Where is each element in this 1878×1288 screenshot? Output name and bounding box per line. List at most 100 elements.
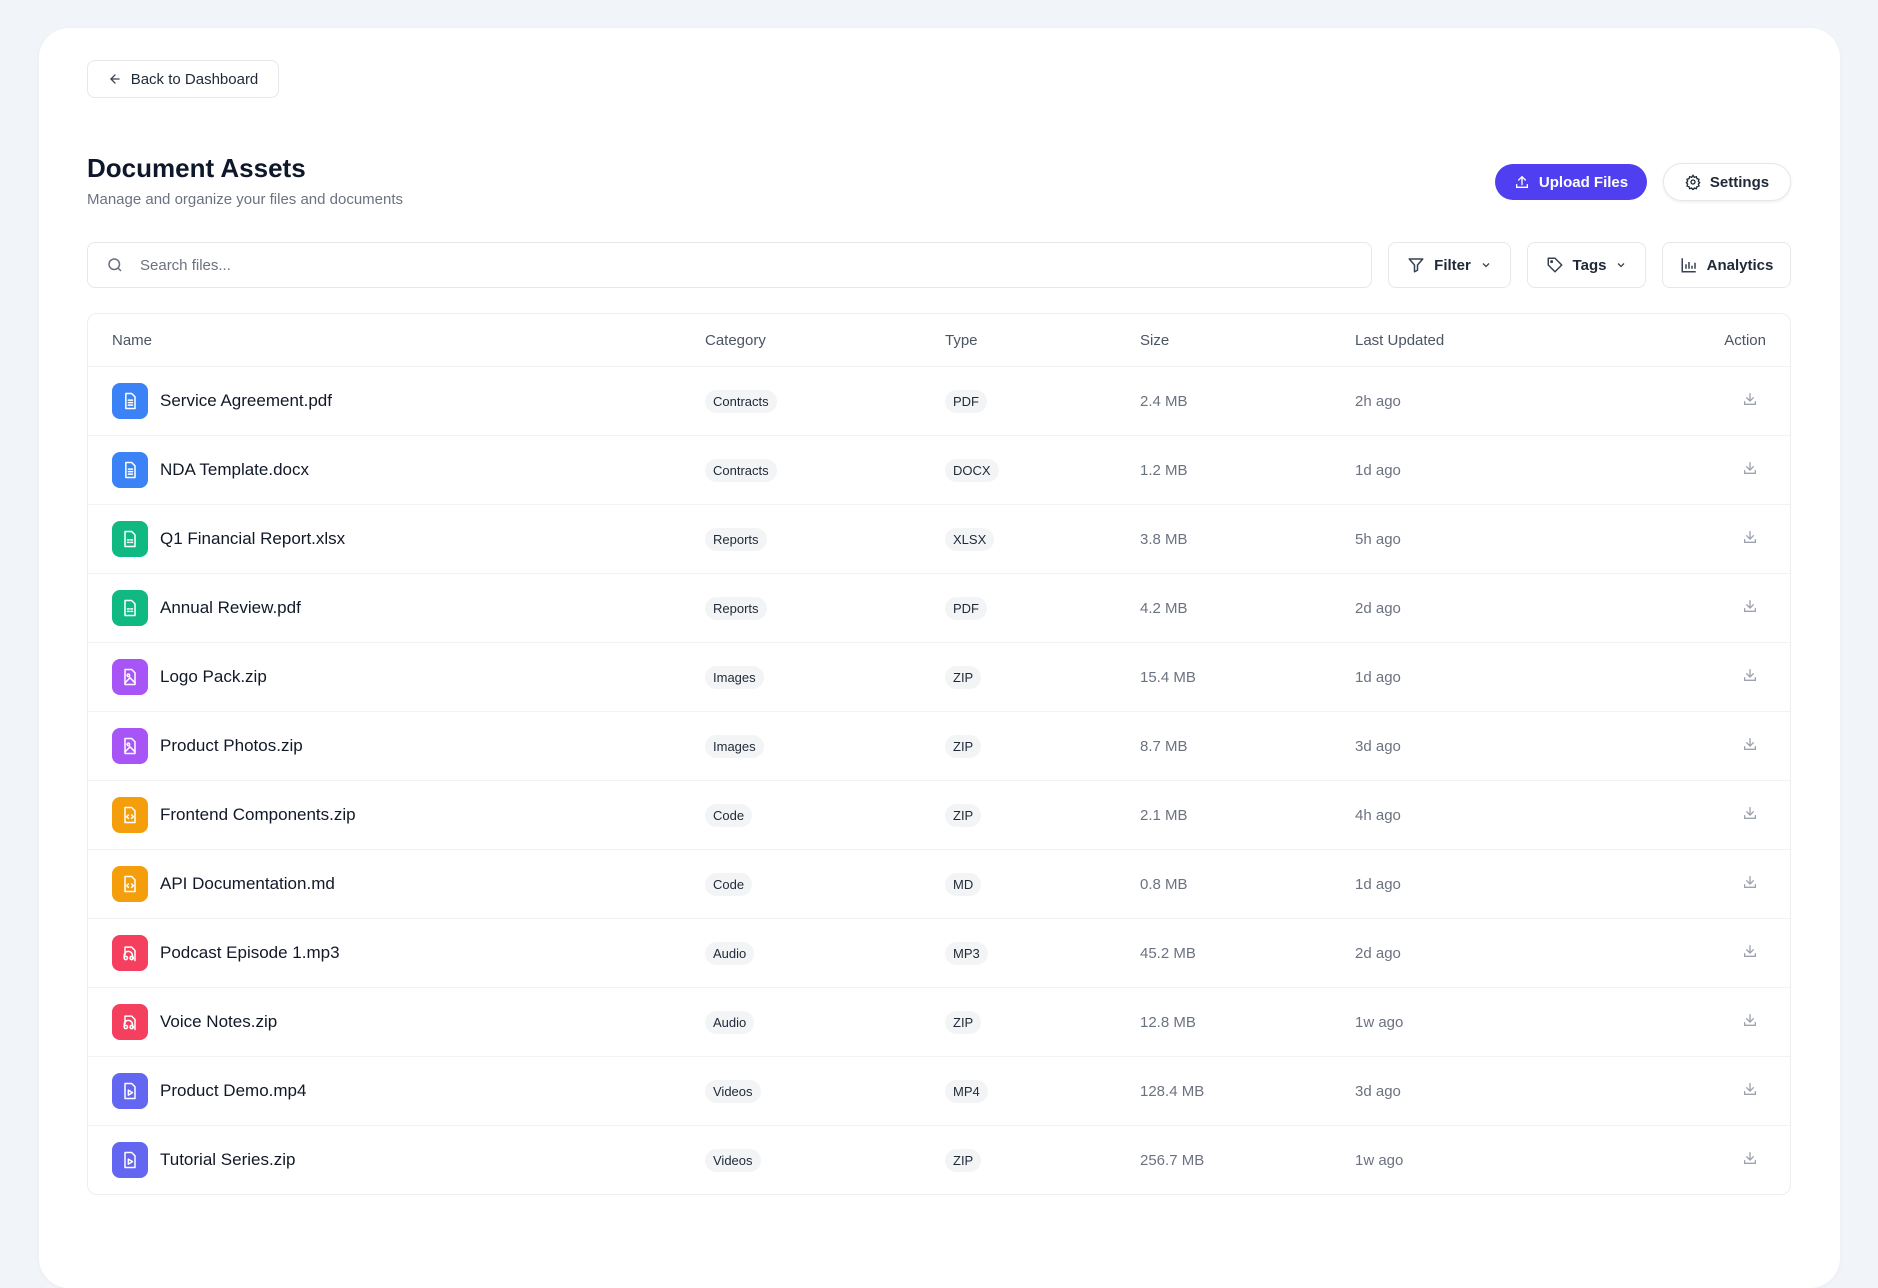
file-type-icon [112, 1004, 148, 1040]
file-size: 4.2 MB [1140, 599, 1188, 617]
download-button[interactable] [1742, 391, 1758, 412]
table-row[interactable]: API Documentation.md Code MD 0.8 MB 1d a… [88, 850, 1790, 919]
file-size: 15.4 MB [1140, 668, 1196, 686]
back-label: Back to Dashboard [130, 70, 259, 88]
category-badge: Audio [705, 941, 755, 965]
table-row[interactable]: NDA Template.docx Contracts DOCX 1.2 MB … [88, 436, 1790, 505]
table-row[interactable]: Product Photos.zip Images ZIP 8.7 MB 3d … [88, 712, 1790, 781]
file-name[interactable]: API Documentation.md [160, 874, 335, 894]
type-badge: MD [945, 872, 982, 896]
download-button[interactable] [1742, 667, 1758, 688]
last-updated: 3d ago [1355, 737, 1401, 755]
column-type: Type [945, 331, 978, 349]
arrow-left-icon [109, 74, 120, 84]
search-icon [108, 258, 122, 272]
file-name[interactable]: Voice Notes.zip [160, 1012, 277, 1032]
download-button[interactable] [1742, 598, 1758, 619]
file-name[interactable]: Frontend Components.zip [160, 805, 356, 825]
bar-chart-icon [1681, 258, 1696, 273]
file-name[interactable]: Q1 Financial Report.xlsx [160, 529, 345, 549]
spreadsheet-icon [124, 599, 136, 617]
table-row[interactable]: Service Agreement.pdf Contracts PDF 2.4 … [88, 367, 1790, 436]
download-button[interactable] [1742, 874, 1758, 895]
type-badge: MP3 [945, 941, 988, 965]
file-name[interactable]: Service Agreement.pdf [160, 391, 332, 411]
code-file-icon [124, 806, 136, 824]
file-name[interactable]: NDA Template.docx [160, 460, 309, 480]
filter-dropdown[interactable]: Filter [1388, 242, 1511, 288]
upload-files-button[interactable]: Upload Files [1495, 164, 1647, 200]
analytics-label: Analytics [1706, 256, 1774, 274]
category-badge: Images [705, 665, 764, 689]
file-type-icon [112, 383, 148, 419]
file-type-icon [112, 659, 148, 695]
table-row[interactable]: Product Demo.mp4 Videos MP4 128.4 MB 3d … [88, 1057, 1790, 1126]
download-button[interactable] [1742, 943, 1758, 964]
search-bar [87, 242, 1372, 288]
table-row[interactable]: Q1 Financial Report.xlsx Reports XLSX 3.… [88, 505, 1790, 574]
document-icon [125, 392, 136, 410]
last-updated: 1d ago [1355, 668, 1401, 686]
back-to-dashboard-button[interactable]: Back to Dashboard [87, 60, 279, 98]
download-button[interactable] [1742, 805, 1758, 826]
audio-file-icon [123, 1015, 136, 1031]
file-name[interactable]: Product Demo.mp4 [160, 1081, 306, 1101]
download-button[interactable] [1742, 1081, 1758, 1102]
download-button[interactable] [1742, 529, 1758, 550]
category-badge: Code [705, 872, 753, 896]
file-name[interactable]: Product Photos.zip [160, 736, 303, 756]
file-type-icon [112, 935, 148, 971]
upload-label: Upload Files [1538, 173, 1629, 191]
table-row[interactable]: Voice Notes.zip Audio ZIP 12.8 MB 1w ago [88, 988, 1790, 1057]
file-size: 0.8 MB [1140, 875, 1188, 893]
video-file-icon [124, 1082, 136, 1100]
file-name[interactable]: Tutorial Series.zip [160, 1150, 295, 1170]
last-updated: 5h ago [1355, 530, 1401, 548]
table-row[interactable]: Annual Review.pdf Reports PDF 4.2 MB 2d … [88, 574, 1790, 643]
download-icon [1744, 461, 1756, 474]
type-badge: PDF [945, 389, 987, 413]
file-size: 2.1 MB [1140, 806, 1188, 824]
file-size: 2.4 MB [1140, 392, 1188, 410]
file-size: 12.8 MB [1140, 1013, 1196, 1031]
download-icon [1744, 668, 1756, 681]
filter-label: Filter [1434, 256, 1471, 274]
file-type-icon [112, 797, 148, 833]
type-badge: ZIP [945, 803, 982, 827]
image-file-icon [124, 668, 136, 686]
table-row[interactable]: Podcast Episode 1.mp3 Audio MP3 45.2 MB … [88, 919, 1790, 988]
download-button[interactable] [1742, 1012, 1758, 1033]
table-row[interactable]: Frontend Components.zip Code ZIP 2.1 MB … [88, 781, 1790, 850]
file-size: 8.7 MB [1140, 737, 1188, 755]
category-badge: Contracts [705, 389, 777, 413]
page-subtitle: Manage and organize your files and docum… [87, 191, 404, 208]
file-name[interactable]: Podcast Episode 1.mp3 [160, 943, 340, 963]
last-updated: 1w ago [1355, 1013, 1404, 1031]
file-name[interactable]: Logo Pack.zip [160, 667, 267, 687]
download-button[interactable] [1742, 736, 1758, 757]
download-icon [1744, 806, 1756, 819]
analytics-button[interactable]: Analytics [1662, 242, 1791, 288]
last-updated: 2d ago [1355, 944, 1401, 962]
download-button[interactable] [1742, 460, 1758, 481]
type-badge: ZIP [945, 665, 982, 689]
file-size: 45.2 MB [1140, 944, 1196, 962]
files-table: Name Category Type Size Last Updated Act… [87, 313, 1791, 1195]
tags-dropdown[interactable]: Tags [1527, 242, 1646, 288]
download-icon [1744, 1082, 1756, 1095]
type-badge: XLSX [945, 527, 995, 551]
document-icon [125, 461, 136, 479]
search-input[interactable] [140, 256, 1371, 274]
file-name[interactable]: Annual Review.pdf [160, 598, 301, 618]
category-badge: Code [705, 803, 753, 827]
file-type-icon [112, 866, 148, 902]
file-type-icon [112, 590, 148, 626]
table-row[interactable]: Tutorial Series.zip Videos ZIP 256.7 MB … [88, 1126, 1790, 1194]
download-icon [1744, 599, 1756, 612]
table-row[interactable]: Logo Pack.zip Images ZIP 15.4 MB 1d ago [88, 643, 1790, 712]
file-type-icon [112, 728, 148, 764]
file-type-icon [112, 521, 148, 557]
download-button[interactable] [1742, 1150, 1758, 1171]
settings-button[interactable]: Settings [1663, 163, 1791, 201]
filter-icon [1408, 258, 1424, 273]
